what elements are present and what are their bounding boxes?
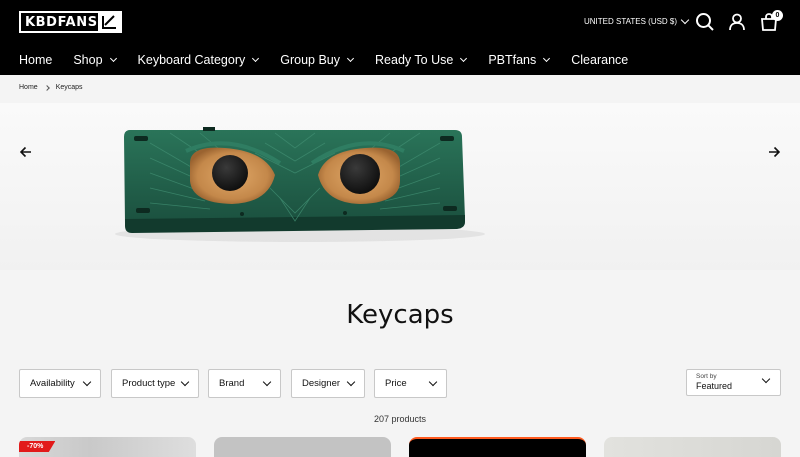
- nav-item-pbtfans[interactable]: PBTfans: [488, 53, 551, 67]
- nav-label: Group Buy: [280, 53, 341, 67]
- chevron-down-icon: [346, 54, 355, 63]
- breadcrumb-home[interactable]: Home: [19, 84, 38, 91]
- site-header: KBDFANS UNITED STATES (USD $) 0 Home Sho…: [0, 0, 800, 75]
- logo[interactable]: KBDFANS: [19, 11, 122, 33]
- chevron-down-icon: [109, 54, 117, 63]
- currency-selector[interactable]: UNITED STATES (USD $): [584, 15, 690, 26]
- hero-banner: [0, 103, 800, 270]
- filter-brand[interactable]: Brand: [208, 369, 281, 398]
- nav-label: Clearance: [571, 53, 629, 67]
- cart-count-badge: 0: [772, 10, 783, 21]
- chevron-down-icon: [460, 54, 468, 63]
- nav-item-group-buy[interactable]: Group Buy: [280, 53, 355, 67]
- chevron-down-icon: [180, 377, 190, 387]
- breadcrumb-current: Keycaps: [55, 84, 83, 91]
- filter-price[interactable]: Price: [374, 369, 447, 398]
- filter-product-type[interactable]: Product type: [111, 369, 199, 398]
- nav-item-ready-to-use[interactable]: Ready To Use: [375, 53, 468, 67]
- filter-label: Price: [385, 378, 407, 389]
- nav-label: Shop: [73, 53, 103, 67]
- page-title: Keycaps: [346, 300, 454, 330]
- search-icon[interactable]: [695, 12, 715, 32]
- product-card[interactable]: -70%: [19, 437, 196, 457]
- product-card[interactable]: [409, 437, 586, 457]
- filter-label: Availability: [30, 378, 75, 389]
- chevron-down-icon: [252, 54, 260, 63]
- main-nav: Home Shop Keyboard Category Group Buy Re…: [19, 52, 628, 68]
- keyboard-image: [115, 127, 485, 242]
- filter-label: Product type: [122, 378, 176, 389]
- nav-label: PBTfans: [488, 53, 537, 67]
- chevron-down-icon: [346, 377, 356, 387]
- nav-label: Ready To Use: [375, 53, 454, 67]
- chevron-right-icon: [43, 84, 50, 91]
- chevron-down-icon: [428, 377, 438, 387]
- filter-label: Brand: [219, 378, 245, 389]
- product-card[interactable]: [214, 437, 391, 457]
- chevron-down-icon: [680, 15, 690, 25]
- arrow-right-icon[interactable]: [768, 145, 781, 158]
- logo-text: KBDFANS: [25, 14, 98, 30]
- sale-badge: -70%: [19, 441, 56, 452]
- nav-label: Home: [19, 53, 53, 67]
- filter-availability[interactable]: Availability: [19, 369, 101, 398]
- breadcrumb: Home Keycaps: [19, 84, 83, 91]
- chevron-down-icon: [262, 377, 272, 387]
- product-count: 207 products: [373, 414, 427, 424]
- filter-label: Designer: [302, 378, 341, 389]
- product-card[interactable]: [604, 437, 781, 457]
- sort-value: Featured: [696, 381, 733, 391]
- nav-item-clearance[interactable]: Clearance: [571, 53, 628, 67]
- currency-label: UNITED STATES (USD $): [584, 17, 678, 26]
- nav-item-home[interactable]: Home: [19, 53, 52, 67]
- logo-mark-icon: [98, 13, 120, 31]
- chevron-down-icon: [82, 377, 92, 387]
- cart-icon[interactable]: 0: [759, 10, 783, 32]
- arrow-left-icon[interactable]: [19, 145, 32, 158]
- sort-select[interactable]: Sort by Featured: [686, 369, 781, 396]
- account-icon[interactable]: [727, 12, 747, 32]
- filter-designer[interactable]: Designer: [291, 369, 365, 398]
- chevron-down-icon: [543, 54, 551, 63]
- nav-item-keyboard-category[interactable]: Keyboard Category: [137, 53, 260, 67]
- sort-label: Sort by: [696, 373, 717, 380]
- nav-label: Keyboard Category: [137, 53, 246, 67]
- nav-item-shop[interactable]: Shop: [73, 53, 117, 67]
